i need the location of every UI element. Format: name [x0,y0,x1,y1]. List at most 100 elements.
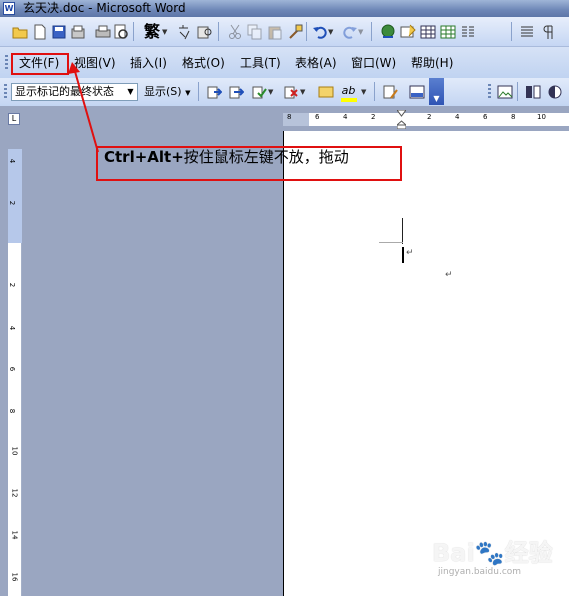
toolbar-separator [374,82,375,101]
format-painter-icon[interactable] [286,23,303,40]
ruler-number: 10 [10,446,19,456]
menu-grip[interactable] [5,55,8,70]
open-folder-icon[interactable] [11,23,28,40]
save-icon[interactable] [50,23,67,40]
word-app-icon[interactable]: W [3,2,15,15]
menu-insert[interactable]: 插入(I) [130,55,167,71]
new-document-icon[interactable] [31,23,48,40]
ruler-number: 4 [8,325,17,331]
ruler-number: 4 [8,158,17,164]
ruler-number: 14 [10,530,19,540]
chevron-down-icon[interactable]: ▼ [162,28,167,36]
chevron-down-icon[interactable]: ▼ [361,88,366,96]
toolbar-separator [306,22,307,41]
chevron-down-icon[interactable]: ▼ [124,84,137,100]
title-bar: W 玄天决.doc - Microsoft Word [0,0,569,17]
margin-corner-mark [402,218,403,244]
chevron-down-icon[interactable]: ▼ [328,28,333,36]
accept-change-icon[interactable] [250,83,267,100]
ruler-number: 8 [287,113,292,121]
baidu-watermark: Bai🐾经验 jingyan.baidu.com [432,527,564,579]
window-title: 玄天决.doc - Microsoft Word [23,1,186,15]
menu-help[interactable]: 帮助(H) [411,55,453,71]
new-comment-icon[interactable] [317,83,334,100]
show-markup-label: 显示(S) [144,85,182,98]
ruler-number: 2 [371,113,376,121]
print-preview-icon[interactable] [112,23,129,40]
menu-tools[interactable]: 工具(T) [240,55,281,71]
ruler-number: 2 [8,200,17,206]
highlight-color-swatch [341,98,357,102]
chevron-down-icon[interactable]: ▼ [358,28,363,36]
annotation-shortcut: Ctrl+Alt+ [104,148,184,166]
ruler-number: 4 [455,113,460,121]
hyperlink-icon[interactable] [379,23,396,40]
indent-marker[interactable] [395,109,408,130]
standard-toolbar: 繁 ▼ ▼ ▼ [0,17,569,47]
toolbar-grip[interactable] [488,84,491,100]
undo-icon[interactable] [311,23,328,40]
show-markup-button[interactable]: 显示(S) ▼ [144,84,190,101]
chevron-down-icon[interactable]: ▼ [268,88,273,96]
document-map-icon[interactable] [518,23,535,40]
annotation-arrow-icon [68,62,99,153]
print-icon[interactable] [94,23,111,40]
ruler-number: 4 [343,113,348,121]
next-change-icon[interactable] [227,83,244,100]
reject-change-icon[interactable] [282,83,299,100]
paragraph-mark: ↵ [445,270,453,280]
toolbar-separator [133,22,134,41]
annotation-instruction: 按住鼠标左键不放，拖动 [183,148,349,166]
contrast-icon[interactable] [546,83,563,100]
margin-corner-mark [379,242,403,243]
ruler-number: 8 [8,408,17,414]
chevron-down-icon[interactable]: ▼ [300,88,305,96]
reviewing-pane-icon[interactable] [408,83,425,100]
toolbar-separator [198,82,199,101]
chevron-down-icon: ▼ [185,89,191,97]
menu-format[interactable]: 格式(O) [182,55,225,71]
watermark-url: jingyan.baidu.com [438,567,522,577]
text-caret [402,247,404,263]
menu-table[interactable]: 表格(A) [295,55,337,71]
insert-picture-icon[interactable] [496,83,513,100]
redo-icon[interactable] [341,23,358,40]
ruler-number: 6 [483,113,488,121]
toolbar-grip[interactable] [4,84,7,100]
toolbar-separator [371,22,372,41]
research-icon[interactable] [196,23,213,40]
toolbar-separator [511,22,512,41]
insert-excel-icon[interactable] [439,23,456,40]
columns-icon[interactable] [459,23,476,40]
paste-icon[interactable] [266,23,283,40]
highlight-icon[interactable]: ab [340,82,357,99]
document-offpage-area [26,131,283,596]
ruler-number: 12 [10,488,19,498]
ruler-number: 8 [511,113,516,121]
copy-icon[interactable] [246,23,263,40]
show-hide-icon[interactable] [541,23,558,40]
annotation-text: Ctrl+Alt+按住鼠标左键不放，拖动 [104,146,349,168]
ruler-number: 6 [8,366,17,372]
paragraph-mark: ↵ [406,248,414,258]
ruler-text-area [309,113,569,126]
watermark-logo: Bai🐾经验 [432,539,553,567]
track-changes-icon[interactable] [381,83,398,100]
ruler-number: 6 [315,113,320,121]
previous-change-icon[interactable] [205,83,222,100]
tab-selector[interactable]: L [8,113,20,125]
permission-icon[interactable] [69,23,86,40]
ruler-number: 2 [427,113,432,121]
ruler-number: 10 [537,113,546,121]
toolbar-options-button[interactable]: ▼ [429,78,444,105]
tables-borders-icon[interactable] [399,23,416,40]
traditional-chinese-convert-icon[interactable]: 繁 [141,23,163,40]
highlight-label: ab [341,84,356,97]
vertical-ruler[interactable]: 4 2 2 4 6 8 10 12 14 16 [8,149,22,596]
ruler-number: 2 [8,282,17,288]
menu-window[interactable]: 窗口(W) [351,55,396,71]
translate-icon[interactable] [176,23,193,40]
layout-icon[interactable] [524,83,541,100]
insert-table-icon[interactable] [419,23,436,40]
cut-icon[interactable] [226,23,243,40]
